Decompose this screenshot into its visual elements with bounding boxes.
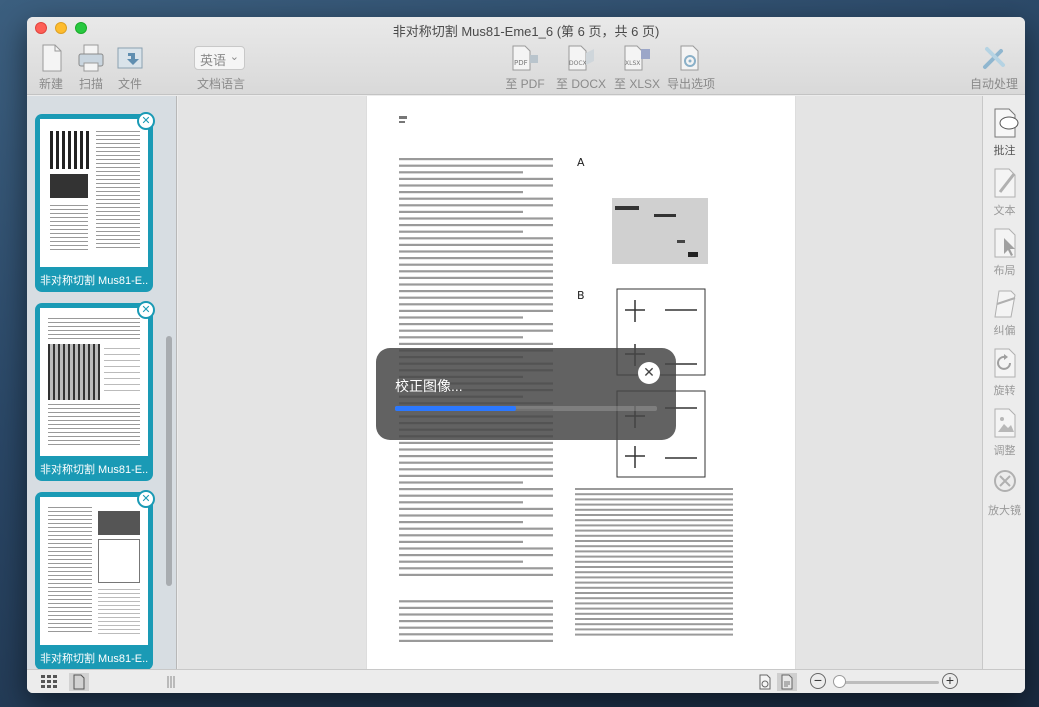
image-adjust-icon: [994, 408, 1015, 438]
page-thumbnail[interactable]: 非对称切割 Mus81-E... ✕: [35, 301, 155, 481]
open-file-icon: [117, 47, 143, 69]
annotate-button[interactable]: 批注: [983, 106, 1025, 158]
docx-export-icon: DOCX: [568, 45, 594, 71]
page-thumbnails-sidebar: 非对称切割 Mus81-E... ✕ 非对称切割 Mus81-E... ✕ 非对…: [27, 96, 177, 670]
thumbnail-preview: [40, 119, 148, 267]
window-title: 非对称切割 Mus81-Eme1_6 (第 6 页，共 6 页): [392, 24, 660, 39]
app-window: 非对称切割 Mus81-Eme1_6 (第 6 页，共 6 页) 新建 扫描 文…: [27, 17, 1025, 693]
thumbnail-caption: 非对称切割 Mus81-E...: [40, 653, 148, 665]
sidebar-scrollbar[interactable]: [166, 336, 172, 586]
thumbnail-preview: [40, 497, 148, 645]
progress-bar: [395, 406, 657, 411]
rotate-icon: [994, 348, 1015, 378]
annotation-icon: [994, 108, 1018, 138]
zoom-in-button[interactable]: +: [942, 673, 958, 689]
adjust-tool-button[interactable]: 调整: [983, 406, 1025, 458]
deskew-tool-button[interactable]: 纠偏: [983, 286, 1025, 338]
svg-text:B: B: [577, 289, 585, 302]
to-pdf-button[interactable]: PDF 至 PDF: [497, 43, 553, 92]
pdf-export-icon: PDF: [512, 45, 538, 71]
text-tool-button[interactable]: 文本: [983, 166, 1025, 218]
document-language-label: 文档语言: [197, 77, 246, 91]
tools-sidebar: 批注 文本 布局 纠偏 旋转 调整 放大镜: [982, 96, 1025, 669]
document-view-icon[interactable]: [755, 673, 775, 691]
remove-page-icon[interactable]: ✕: [137, 490, 155, 508]
magnifier-icon: [993, 470, 1016, 492]
cancel-progress-button[interactable]: ✕: [638, 362, 660, 384]
thumbnail-caption: 非对称切割 Mus81-E...: [40, 275, 148, 287]
progress-dialog: 校正图像... ✕: [376, 348, 676, 440]
chevron-down-icon: ⌄: [229, 51, 239, 63]
text-view-icon[interactable]: [777, 673, 797, 691]
text-edit-icon: [994, 168, 1015, 198]
panel-resize-handle-icon[interactable]: [161, 673, 181, 691]
svg-text:XLSX: XLSX: [625, 60, 640, 67]
magic-wand-icon: [983, 47, 1005, 69]
layout-cursor-icon: [994, 228, 1015, 258]
remove-page-icon[interactable]: ✕: [137, 301, 155, 319]
file-button[interactable]: 文件: [102, 43, 158, 92]
svg-text:A: A: [577, 156, 585, 169]
progress-bar-fill: [395, 406, 516, 411]
auto-process-button[interactable]: 自动处理: [966, 43, 1022, 92]
svg-text:PDF: PDF: [514, 59, 528, 67]
zoom-slider[interactable]: [836, 681, 939, 684]
toolbar: 非对称切割 Mus81-Eme1_6 (第 6 页，共 6 页) 新建 扫描 文…: [27, 17, 1025, 95]
grid-view-icon[interactable]: [39, 673, 59, 691]
deskew-icon: [993, 290, 1016, 318]
status-bar: − +: [27, 669, 1025, 693]
thumbnail-preview: [40, 308, 148, 456]
remove-page-icon[interactable]: ✕: [137, 112, 155, 130]
svg-text:DOCX: DOCX: [569, 60, 587, 67]
page-thumbnail[interactable]: 非对称切割 Mus81-E... ✕: [35, 112, 155, 292]
layout-tool-button[interactable]: 布局: [983, 226, 1025, 278]
zoom-slider-handle[interactable]: [833, 675, 846, 688]
thumbnail-caption: 非对称切割 Mus81-E...: [40, 464, 148, 476]
zoom-out-button[interactable]: −: [810, 673, 826, 689]
single-page-view-icon[interactable]: [69, 673, 89, 691]
xlsx-export-icon: XLSX: [624, 45, 650, 71]
new-document-icon: [42, 44, 62, 72]
export-settings-icon: [680, 45, 699, 71]
progress-status-text: 校正图像...: [395, 378, 463, 394]
rotate-tool-button[interactable]: 旋转: [983, 346, 1025, 398]
export-options-button[interactable]: 导出选项: [663, 43, 719, 92]
page-thumbnail[interactable]: 非对称切割 Mus81-E... ✕: [35, 490, 155, 670]
document-language-select[interactable]: 英语 ⌄: [194, 46, 245, 70]
to-docx-button[interactable]: DOCX 至 DOCX: [553, 43, 609, 92]
magnifier-tool-button[interactable]: 放大镜: [983, 466, 1025, 518]
to-xlsx-button[interactable]: XLSX 至 XLSX: [609, 43, 665, 92]
